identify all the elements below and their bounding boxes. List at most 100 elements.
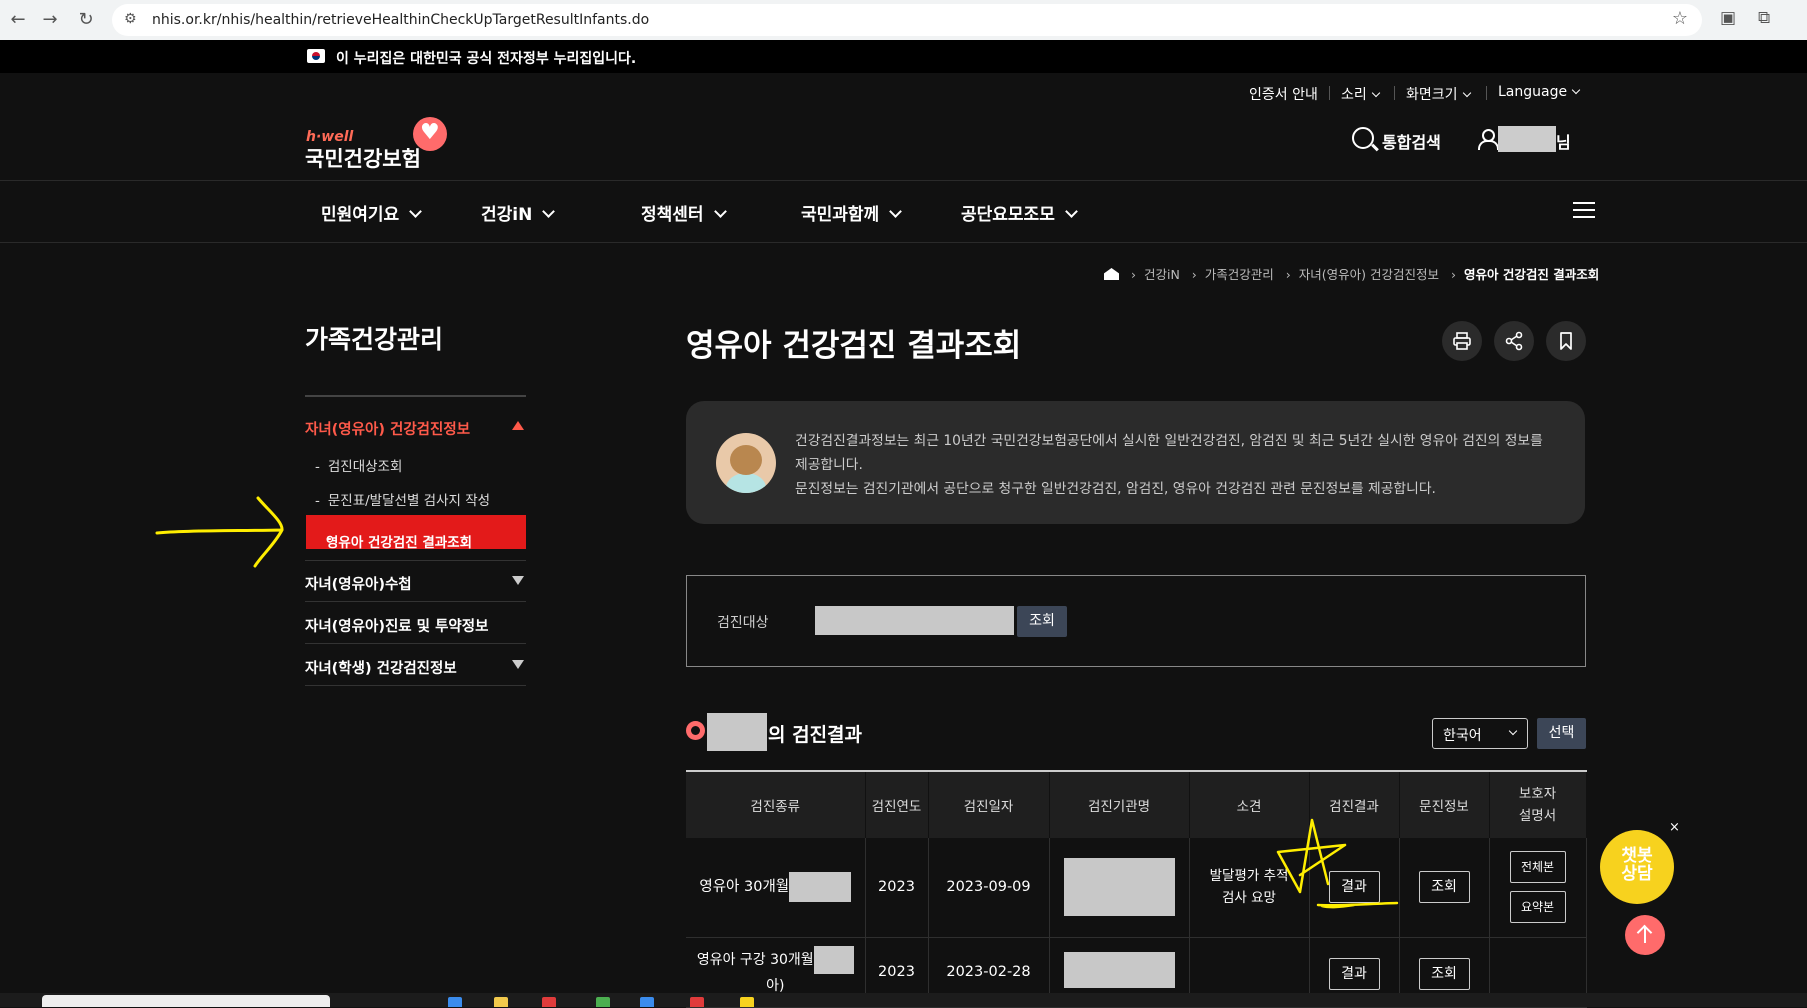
home-icon[interactable] [1104, 268, 1119, 280]
nav-label: 공단요모조모 [961, 205, 1055, 225]
chatbot-button[interactable]: 챗봇 상담 [1600, 830, 1674, 904]
guide-full-button[interactable]: 전체본 [1509, 851, 1566, 884]
share-icon [1505, 331, 1523, 351]
breadcrumb-item[interactable]: 자녀(영유아) 건강검진정보 [1299, 267, 1439, 282]
app-icon[interactable] [690, 997, 704, 1007]
breadcrumb: › 건강iN › 가족건강관리 › 자녀(영유아) 건강검진정보 › 영유아 건강검진 … [1104, 264, 1599, 283]
extensions-puzzle-icon[interactable]: ⧉ [1758, 8, 1770, 28]
cell-year: 2023 [865, 838, 929, 938]
sidebar-section-student-checkup[interactable]: 자녀(학생) 건강검진정보 [305, 657, 457, 678]
scroll-top-button[interactable] [1625, 915, 1665, 955]
korea-flag-icon [307, 49, 325, 63]
util-sound-label: 소리 [1341, 87, 1367, 103]
sidebar-section-infant-treatment[interactable]: 자녀(영유아)진료 및 투약정보 [305, 615, 488, 636]
query-button[interactable]: 조회 [1017, 606, 1067, 637]
col-header: 검진기관명 [1049, 770, 1190, 838]
logo-heart-icon [413, 117, 447, 151]
nav-label: 민원여기요 [321, 205, 400, 225]
caret-up-icon[interactable] [512, 421, 524, 430]
browser-icon[interactable] [596, 997, 610, 1007]
nav-item-policy-center[interactable]: 정책센터 [641, 200, 727, 225]
sidebar-item-checkup-target[interactable]: - 검진대상조회 [315, 455, 402, 475]
gov-banner: 이 누리집은 대한민국 공식 전자정부 누리집입니다. [0, 40, 1807, 73]
checkup-type-tail: 아) [766, 977, 785, 994]
user-icon[interactable] [1478, 129, 1499, 150]
pin-icon [686, 721, 705, 740]
sidebar-section-infant-handbook[interactable]: 자녀(영유아)수첩 [305, 573, 412, 594]
lens-extension-icon[interactable]: ▣ [1720, 8, 1736, 28]
sidebar-title: 가족건강관리 [305, 325, 444, 354]
cell-date: 2023-09-09 [928, 838, 1050, 938]
page-title: 영유아 건강검진 결과조회 [686, 328, 1022, 364]
util-sound-menu[interactable]: 소리 [1329, 84, 1381, 104]
survey-view-button[interactable]: 조회 [1418, 957, 1470, 990]
address-bar[interactable]: ⚙ nhis.or.kr/nhis/healthin/retrieveHealt… [112, 4, 1702, 36]
chatbot-close-icon[interactable]: × [1669, 820, 1680, 835]
caret-down-icon[interactable] [512, 660, 524, 669]
logo-title[interactable]: 국민건강보험 [305, 143, 421, 173]
breadcrumb-item[interactable]: 건강iN [1144, 267, 1180, 282]
chatbot-label: 챗봇 상담 [1621, 846, 1653, 884]
back-arrow-icon[interactable]: ← [4, 6, 32, 34]
gov-banner-text: 이 누리집은 대한민국 공식 전자정부 누리집입니다. [336, 51, 637, 67]
chevron-down-icon [889, 205, 903, 218]
forward-arrow-icon[interactable]: → [36, 6, 64, 34]
nav-item-civil-service[interactable]: 민원여기요 [321, 200, 423, 225]
app-icon[interactable] [640, 997, 654, 1007]
caret-down-icon[interactable] [512, 576, 524, 585]
breadcrumb-item[interactable]: 가족건강관리 [1205, 267, 1274, 282]
table-row: 영유아 30개월 2023 2023-09-09 발달평가 추적 검사 요망 결… [686, 838, 1587, 938]
util-screen-size-menu[interactable]: 화면크기 [1394, 84, 1471, 104]
print-button[interactable] [1442, 321, 1482, 361]
chevron-down-icon [1508, 726, 1518, 736]
app-icon[interactable] [542, 997, 556, 1007]
sidebar-divider [305, 395, 526, 397]
result-button[interactable]: 결과 [1328, 957, 1380, 990]
result-heading-text: 의 검진결과 [768, 724, 863, 746]
taskbar-search-box[interactable] [42, 995, 330, 1007]
checkup-target-select-redacted[interactable] [815, 606, 1014, 635]
chevron-down-icon [713, 205, 727, 218]
util-language-menu[interactable]: Language [1486, 84, 1581, 100]
cell-opinion: 발달평가 추적 검사 요망 [1189, 838, 1310, 938]
cell-result: 결과 [1309, 838, 1400, 938]
hamburger-menu-icon[interactable] [1573, 202, 1595, 220]
checkup-target-query-box: 검진대상 조회 [686, 575, 1586, 667]
cell-institution [1049, 838, 1190, 938]
chevron-down-icon [1064, 205, 1078, 218]
nav-item-with-people[interactable]: 국민과함께 [801, 200, 903, 225]
chevron-down-icon [1462, 88, 1471, 98]
sidebar-item-label: 검진대상조회 [327, 459, 403, 475]
bookmark-button[interactable] [1546, 321, 1586, 361]
sidebar-divider [305, 685, 526, 686]
language-select-button[interactable]: 선택 [1537, 718, 1586, 749]
language-select-value: 한국어 [1443, 728, 1482, 744]
nav-item-about-corp[interactable]: 공단요모조모 [961, 200, 1078, 225]
bookmark-icon [1560, 332, 1572, 350]
query-label: 검진대상 [717, 615, 769, 631]
result-button[interactable]: 결과 [1328, 871, 1380, 904]
share-button[interactable] [1494, 321, 1534, 361]
sidebar-item-questionnaire[interactable]: - 문진표/발달선별 검사지 작성 [315, 489, 490, 509]
app-icon[interactable] [448, 997, 462, 1007]
app-icon[interactable] [740, 997, 754, 1007]
guide-summary-button[interactable]: 요약본 [1509, 891, 1566, 924]
info-notice-box: 건강검진결과정보는 최근 10년간 국민건강보험공단에서 실시한 일반건강검진,… [686, 401, 1585, 524]
sidebar-item-infant-result-active[interactable]: - 영유아 건강검진 결과조회 [306, 515, 526, 551]
search-label: 통합검색 [1382, 133, 1441, 152]
info-text-line: 건강검진결과정보는 최근 10년간 국민건강보험공단에서 실시한 일반건강검진,… [795, 433, 1543, 449]
bookmark-star-icon[interactable]: ☆ [1672, 8, 1688, 29]
sidebar-section-infant-checkup[interactable]: 자녀(영유아) 건강검진정보 [305, 418, 470, 439]
institution-redacted [1063, 951, 1175, 988]
info-text-line: 문진정보는 검진기관에서 공단으로 청구한 일반건강검진, 암검진, 영유아 건… [795, 481, 1436, 497]
cell-guide: 전체본 요약본 [1489, 838, 1587, 938]
util-cert-link[interactable]: 인증서 안내 [1249, 84, 1318, 104]
col-header: 소견 [1189, 770, 1310, 838]
site-settings-icon[interactable]: ⚙ [124, 11, 137, 27]
folder-icon[interactable] [494, 997, 508, 1007]
nav-item-health-in[interactable]: 건강iN [481, 200, 556, 225]
reload-icon[interactable]: ↻ [72, 6, 100, 34]
language-select[interactable]: 한국어 [1432, 718, 1528, 749]
table-header-row: 검진종류 검진연도 검진일자 검진기관명 소견 검진결과 문진정보 보호자 설명… [686, 770, 1587, 838]
survey-view-button[interactable]: 조회 [1418, 871, 1470, 904]
